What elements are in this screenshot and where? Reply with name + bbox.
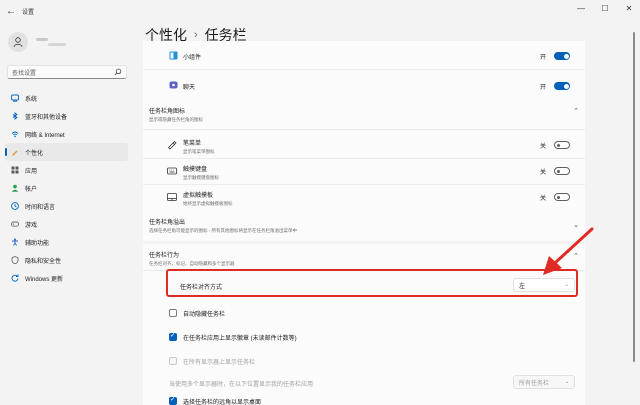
annotation-arrow bbox=[543, 227, 594, 275]
